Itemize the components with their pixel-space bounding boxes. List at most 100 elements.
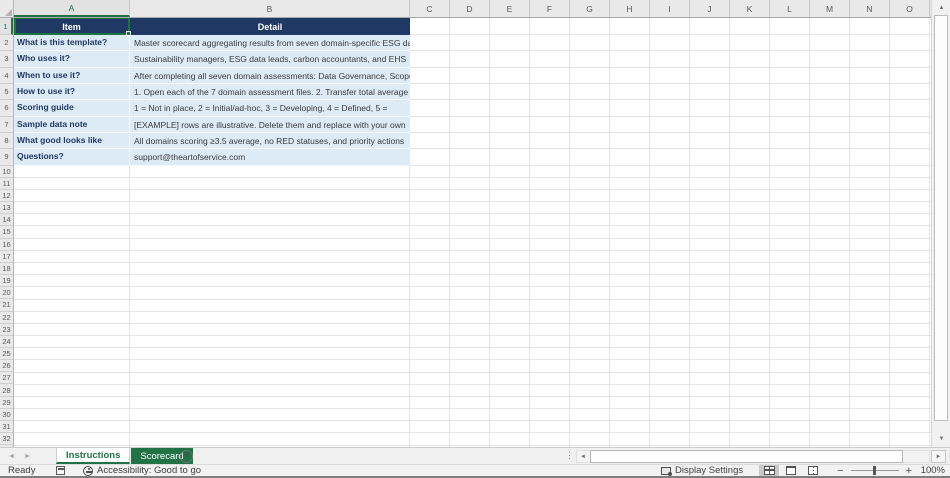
cell-B7[interactable]: [EXAMPLE] rows are illustrative. Delete … [130,116,410,133]
row-header-28[interactable]: 28 [0,384,13,397]
fill-handle[interactable] [126,31,131,36]
row-header-4[interactable]: 4 [0,68,13,84]
cell-B5[interactable]: 1. Open each of the 7 domain assessment … [130,83,410,101]
cell-A4[interactable]: When to use it? [14,67,130,84]
column-header-H[interactable]: H [610,0,650,17]
accessibility-status[interactable]: Accessibility: Good to go [83,465,201,476]
row-header-3[interactable]: 3 [0,51,13,68]
cell-B9[interactable]: support@theartofservice.com [130,149,410,166]
row-header-10[interactable]: 10 [0,166,13,178]
cell-A5[interactable]: How to use it? [14,83,130,101]
row-header-2[interactable]: 2 [0,35,13,52]
row-header-19[interactable]: 19 [0,275,13,288]
horizontal-scrollbar-thumb[interactable] [590,450,903,463]
tab-scroll-left-icon[interactable]: ◄ [8,453,15,460]
gridline [14,213,931,215]
row-header-29[interactable]: 29 [0,397,13,409]
row-header-6[interactable]: 6 [0,100,13,117]
row-header-24[interactable]: 24 [0,336,13,348]
row-header-22[interactable]: 22 [0,312,13,324]
cell-A8[interactable]: What good looks like [14,132,130,150]
row-header-13[interactable]: 13 [0,202,13,215]
status-left: Ready Accessibility: Good to go [0,465,201,476]
tab-instructions[interactable]: Instructions [56,448,131,464]
cell-A3[interactable]: Who uses it? [14,51,130,68]
row-header-21[interactable]: 21 [0,299,13,312]
scroll-down-icon[interactable]: ▼ [933,432,950,445]
column-header-M[interactable]: M [810,0,850,17]
row-header-17[interactable]: 17 [0,251,13,263]
zoom-in-icon[interactable]: + [906,465,912,476]
zoom-out-icon[interactable]: − [837,465,843,476]
ready-status: Ready [8,465,36,476]
column-header-O[interactable]: O [890,0,930,17]
zoom-slider[interactable] [850,465,899,476]
row-header-12[interactable]: 12 [0,190,13,203]
column-header-C[interactable]: C [410,0,450,17]
row-header-11[interactable]: 11 [0,178,13,190]
row-header-15[interactable]: 15 [0,226,13,239]
gridline [14,322,931,324]
cell-A7[interactable]: Sample data note [14,116,130,133]
scroll-up-icon[interactable]: ▲ [933,1,950,14]
cell-A2[interactable]: What is this template? [14,35,130,52]
row-header-18[interactable]: 18 [0,263,13,276]
zoom-level[interactable]: 100% [919,465,945,476]
sheet-grid[interactable]: Item Detail What is this template? Maste… [14,18,931,447]
select-all-button[interactable] [0,0,14,18]
select-all-triangle-icon [5,9,12,16]
display-settings-button[interactable]: Display Settings [661,465,743,476]
row-header-26[interactable]: 26 [0,360,13,373]
page-break-view-icon [808,466,819,475]
column-header-D[interactable]: D [450,0,490,17]
row-header-9[interactable]: 9 [0,149,13,166]
row-header-23[interactable]: 23 [0,324,13,336]
row-header-5[interactable]: 5 [0,84,13,101]
column-header-G[interactable]: G [570,0,610,17]
row-header-31[interactable]: 31 [0,421,13,434]
column-header-L[interactable]: L [770,0,810,17]
add-sheet-icon[interactable]: + [180,450,193,463]
row-header-27[interactable]: 27 [0,372,13,385]
row-header-8[interactable]: 8 [0,133,13,150]
cell-B2[interactable]: Master scorecard aggregating results fro… [130,35,410,52]
table-row: When to use it? After completing all sev… [14,67,410,84]
cell-B1[interactable]: Detail [130,18,410,35]
vertical-scrollbar-thumb[interactable] [934,15,948,421]
column-header-J[interactable]: J [690,0,730,17]
page-layout-view-button[interactable] [781,465,801,477]
table-row: Questions? support@theartofservice.com [14,149,410,166]
active-cell-selection[interactable] [14,18,130,35]
row-header-32[interactable]: 32 [0,433,13,446]
column-header-E[interactable]: E [490,0,530,17]
column-header-I[interactable]: I [650,0,690,17]
tab-splitter-handle[interactable]: ⋮ [565,450,574,461]
scroll-left-icon[interactable]: ◄ [577,451,589,462]
scroll-right-icon[interactable]: ► [931,450,946,463]
row-header-30[interactable]: 30 [0,409,13,421]
zoom-slider-thumb[interactable] [872,466,876,475]
column-header-A[interactable]: A [14,0,130,17]
cell-B6[interactable]: 1 = Not in place, 2 = Initial/ad-hoc, 3 … [130,100,410,117]
cell-A9[interactable]: Questions? [14,149,130,166]
row-header-16[interactable]: 16 [0,239,13,251]
cell-B4[interactable]: After completing all seven domain assess… [130,67,410,84]
row-header-14[interactable]: 14 [0,214,13,227]
column-header-F[interactable]: F [530,0,570,17]
row-header-25[interactable]: 25 [0,348,13,361]
page-break-view-button[interactable] [803,465,823,477]
row-header-7[interactable]: 7 [0,117,13,133]
normal-view-button[interactable] [759,464,780,477]
tab-scroll-right-icon[interactable]: ► [24,453,31,460]
cell-A6[interactable]: Scoring guide [14,100,130,117]
row-header-1[interactable]: 1 [0,18,13,35]
macro-record-icon[interactable] [56,466,65,475]
row-header-20[interactable]: 20 [0,287,13,300]
column-header-N[interactable]: N [850,0,890,17]
cell-B3[interactable]: Sustainability managers, ESG data leads,… [130,51,410,68]
cell-B8[interactable]: All domains scoring ≥3.5 average, no RED… [130,132,410,150]
column-header-B[interactable]: B [130,0,410,17]
vertical-scrollbar[interactable]: ▲ ▼ [931,0,950,447]
column-header-K[interactable]: K [730,0,770,17]
table-row: What is this template? Master scorecard … [14,35,410,52]
